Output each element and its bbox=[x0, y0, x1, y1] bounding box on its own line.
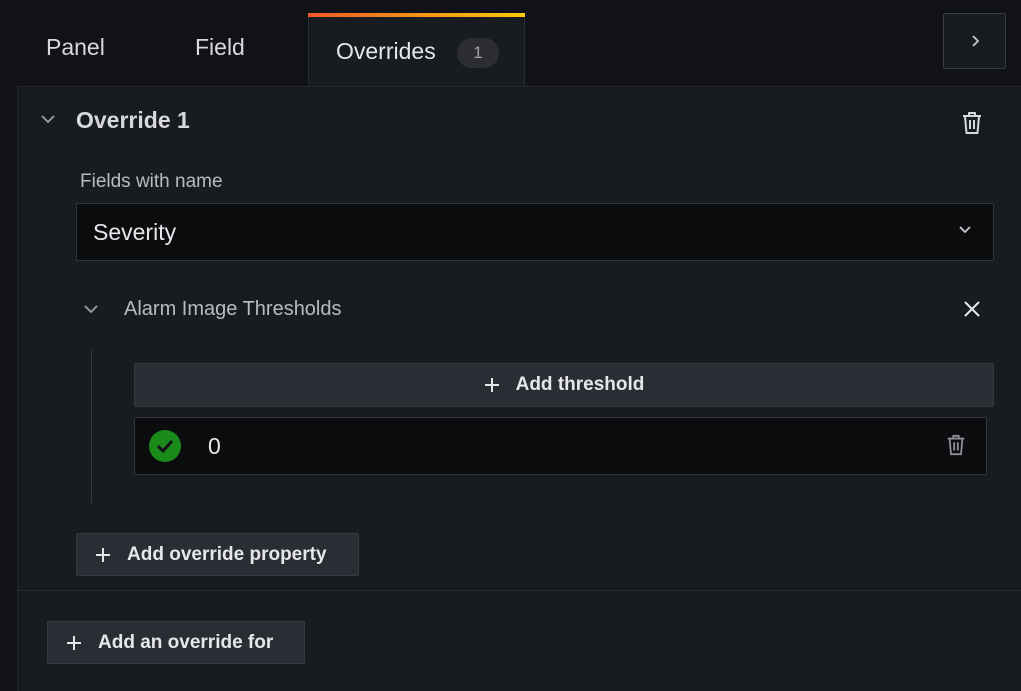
trash-icon[interactable] bbox=[945, 433, 967, 457]
add-override-property-label: Add override property bbox=[127, 543, 327, 565]
overrides-count-badge: 1 bbox=[457, 38, 499, 68]
overrides-pane: Override 1 Fields with name Severity Ala… bbox=[17, 86, 1021, 691]
add-threshold-label: Add threshold bbox=[515, 374, 645, 395]
matcher-label: Fields with name bbox=[80, 171, 223, 192]
add-override-label: Add an override for bbox=[98, 631, 274, 653]
chevron-right-icon bbox=[971, 35, 979, 47]
trash-icon[interactable] bbox=[960, 110, 984, 136]
collapse-pane-button[interactable] bbox=[943, 13, 1006, 69]
plus-icon bbox=[67, 635, 81, 650]
add-override-property-button[interactable]: Add override property bbox=[76, 533, 359, 576]
add-override-button[interactable]: Add an override for bbox=[47, 621, 305, 664]
tab-panel[interactable]: Panel bbox=[46, 34, 105, 61]
property-indent-line bbox=[91, 349, 92, 503]
tab-overrides-label: Overrides bbox=[336, 38, 436, 64]
chevron-down-icon bbox=[959, 226, 971, 234]
tab-overrides[interactable]: Overrides 1 bbox=[308, 13, 525, 87]
property-title[interactable]: Alarm Image Thresholds bbox=[124, 298, 342, 321]
plus-icon bbox=[96, 547, 110, 562]
threshold-color-swatch[interactable] bbox=[149, 430, 181, 462]
close-icon[interactable] bbox=[963, 300, 981, 318]
divider bbox=[18, 590, 1021, 591]
active-tab-accent bbox=[308, 13, 525, 17]
add-threshold-button[interactable]: Add threshold bbox=[134, 363, 994, 407]
check-icon bbox=[156, 439, 174, 453]
threshold-value[interactable]: 0 bbox=[208, 433, 221, 460]
plus-icon bbox=[484, 378, 499, 392]
chevron-down-icon[interactable] bbox=[40, 113, 56, 125]
tab-field[interactable]: Field bbox=[195, 34, 245, 61]
override-title[interactable]: Override 1 bbox=[76, 107, 190, 134]
chevron-down-icon[interactable] bbox=[83, 303, 99, 315]
field-name-select[interactable]: Severity bbox=[76, 203, 994, 261]
field-name-value: Severity bbox=[93, 219, 177, 245]
threshold-row: 0 bbox=[134, 417, 987, 475]
tab-bar: Panel Field Overrides 1 bbox=[0, 0, 1021, 87]
